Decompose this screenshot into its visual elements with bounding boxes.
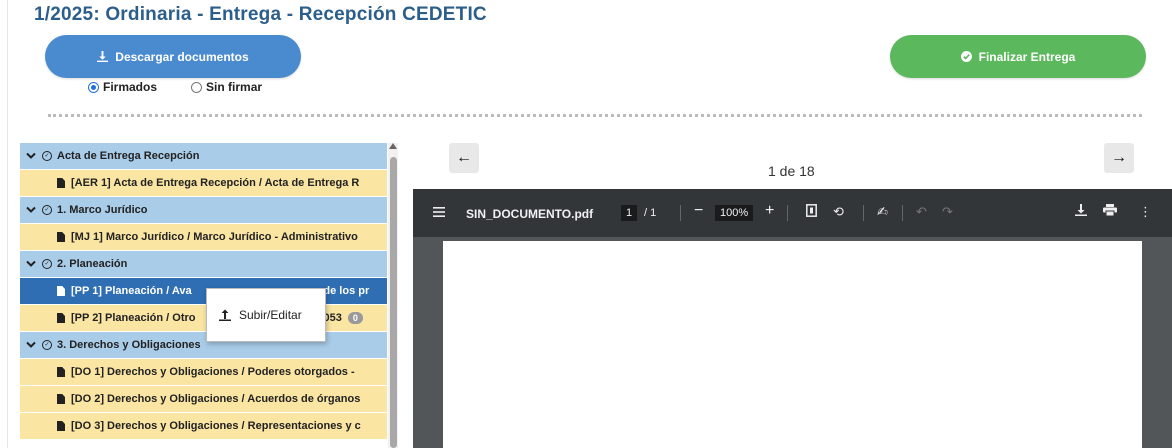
tree-document-do2[interactable]: [DO 2] Derechos y Obligaciones / Acuerdo… bbox=[20, 386, 387, 413]
document-tree: ✓ Acta de Entrega Recepción [AER 1] Acta… bbox=[20, 143, 387, 448]
toolbar-separator bbox=[787, 205, 788, 221]
tree-category-marco-juridico[interactable]: ✓ 1. Marco Jurídico bbox=[20, 197, 387, 224]
file-icon bbox=[57, 421, 65, 431]
page-title: 1/2025: Ordinaria - Entrega - Recepción … bbox=[34, 4, 487, 25]
arrow-right-icon: → bbox=[1111, 149, 1127, 166]
radio-unsigned[interactable]: Sin firmar bbox=[191, 80, 262, 94]
tree-document-label: [MJ 1] Marco Jurídico / Marco Jurídico -… bbox=[71, 231, 358, 243]
pdf-page-total: / 1 bbox=[644, 207, 657, 219]
context-menu: Subir/Editar bbox=[206, 288, 326, 342]
tree-document-label-tail: 053 bbox=[323, 312, 342, 324]
tree-document-mj1[interactable]: [MJ 1] Marco Jurídico / Marco Jurídico -… bbox=[20, 224, 387, 251]
section-divider bbox=[48, 114, 1142, 117]
tree-document-do1[interactable]: [DO 1] Derechos y Obligaciones / Poderes… bbox=[20, 359, 387, 386]
chevron-down-icon[interactable] bbox=[24, 206, 38, 214]
tree-category-label: Acta de Entrega Recepción bbox=[57, 150, 200, 162]
tree-category-label: 2. Planeación bbox=[57, 258, 128, 270]
document-counter: 1 de 18 bbox=[768, 163, 815, 179]
count-badge: 0 bbox=[347, 312, 363, 324]
tree-document-label: [AER 1] Acta de Entrega Recepción / Acta… bbox=[71, 177, 360, 189]
check-circle-icon: ✓ bbox=[42, 259, 52, 269]
radio-signed[interactable]: Firmados bbox=[88, 80, 157, 94]
pdf-viewer: SIN_DOCUMENTO.pdf 1 / 1 − 100% + ⟲ ✍ ↶ ↷… bbox=[413, 189, 1172, 448]
rotate-icon[interactable]: ⟲ bbox=[833, 204, 844, 220]
scrollbar-thumb[interactable] bbox=[390, 157, 397, 448]
tree-document-label: [PP 1] Planeación / Ava bbox=[71, 285, 192, 297]
download-documents-label: Descargar documentos bbox=[115, 49, 249, 64]
download-icon bbox=[97, 51, 109, 62]
download-documents-button[interactable]: Descargar documentos bbox=[45, 35, 301, 78]
tree-document-pp2[interactable]: [PP 2] Planeación / Otro 053 0 bbox=[20, 305, 387, 332]
print-icon[interactable] bbox=[1103, 204, 1117, 219]
upload-edit-menu-item[interactable]: Subir/Editar bbox=[239, 308, 302, 322]
tree-category-derechos[interactable]: ✓ 3. Derechos y Obligaciones bbox=[20, 332, 387, 359]
previous-document-button[interactable]: ← bbox=[449, 143, 479, 173]
pdf-page-input[interactable]: 1 bbox=[621, 205, 638, 221]
tree-category-planeacion[interactable]: ✓ 2. Planeación bbox=[20, 251, 387, 278]
radio-unsigned-dot[interactable] bbox=[191, 81, 203, 93]
menu-icon[interactable] bbox=[433, 206, 445, 220]
chevron-down-icon[interactable] bbox=[24, 152, 38, 160]
fit-page-icon[interactable] bbox=[806, 204, 817, 220]
tree-category-acta[interactable]: ✓ Acta de Entrega Recepción bbox=[20, 143, 387, 170]
file-icon bbox=[57, 313, 65, 323]
next-document-button[interactable]: → bbox=[1104, 143, 1134, 173]
more-options-icon[interactable]: ⋮ bbox=[1139, 204, 1152, 220]
tree-document-label: [DO 3] Derechos y Obligaciones / Represe… bbox=[71, 420, 361, 432]
radio-signed-label: Firmados bbox=[103, 80, 158, 94]
check-circle-icon: ✓ bbox=[42, 205, 52, 215]
redo-icon[interactable]: ↷ bbox=[942, 204, 953, 220]
finish-delivery-label: Finalizar Entrega bbox=[978, 49, 1076, 64]
finish-delivery-button[interactable]: Finalizar Entrega bbox=[890, 35, 1146, 78]
file-icon bbox=[57, 367, 65, 377]
chevron-down-icon[interactable] bbox=[24, 260, 38, 268]
file-icon bbox=[57, 394, 65, 404]
pdf-zoom-input[interactable]: 100% bbox=[715, 205, 754, 221]
pdf-page-canvas bbox=[443, 241, 1142, 448]
signature-filter: Firmados Sin firmar bbox=[88, 80, 262, 94]
draw-icon[interactable]: ✍ bbox=[877, 204, 888, 220]
tree-scrollbar[interactable] bbox=[388, 143, 398, 448]
radio-unsigned-label: Sin firmar bbox=[206, 80, 263, 94]
download-icon[interactable] bbox=[1075, 204, 1087, 219]
tree-document-label: [PP 2] Planeación / Otro bbox=[71, 312, 196, 324]
upload-icon bbox=[219, 309, 231, 321]
tree-document-pp1[interactable]: [PP 1] Planeación / Ava o de los pr bbox=[20, 278, 387, 305]
file-icon bbox=[57, 286, 65, 296]
chevron-down-icon[interactable] bbox=[24, 341, 38, 349]
check-circle-icon: ✓ bbox=[42, 151, 52, 161]
zoom-in-icon[interactable]: + bbox=[765, 202, 774, 220]
zoom-out-icon[interactable]: − bbox=[694, 202, 703, 220]
scroll-up-arrow-icon[interactable] bbox=[389, 143, 397, 149]
undo-icon[interactable]: ↶ bbox=[916, 204, 927, 220]
tree-category-label: 1. Marco Jurídico bbox=[57, 204, 148, 216]
check-circle-icon bbox=[960, 51, 972, 62]
tree-document-aer1[interactable]: [AER 1] Acta de Entrega Recepción / Acta… bbox=[20, 170, 387, 197]
toolbar-separator bbox=[680, 205, 681, 221]
pdf-file-name: SIN_DOCUMENTO.pdf bbox=[466, 207, 594, 221]
tree-document-label: [DO 1] Derechos y Obligaciones / Poderes… bbox=[71, 366, 355, 378]
check-circle-icon: ✓ bbox=[42, 340, 52, 350]
tree-document-do3[interactable]: [DO 3] Derechos y Obligaciones / Represe… bbox=[20, 413, 387, 440]
tree-document-label: [DO 2] Derechos y Obligaciones / Acuerdo… bbox=[71, 393, 361, 405]
radio-signed-dot[interactable] bbox=[88, 81, 99, 93]
left-border bbox=[7, 0, 8, 448]
file-icon bbox=[57, 178, 65, 188]
file-icon bbox=[57, 232, 65, 242]
toolbar-separator bbox=[863, 205, 864, 221]
tree-category-label: 3. Derechos y Obligaciones bbox=[57, 339, 201, 351]
arrow-left-icon: ← bbox=[456, 149, 472, 166]
pdf-toolbar: SIN_DOCUMENTO.pdf 1 / 1 − 100% + ⟲ ✍ ↶ ↷… bbox=[413, 189, 1172, 237]
toolbar-separator bbox=[902, 205, 903, 221]
page: 1/2025: Ordinaria - Entrega - Recepción … bbox=[0, 0, 1172, 448]
